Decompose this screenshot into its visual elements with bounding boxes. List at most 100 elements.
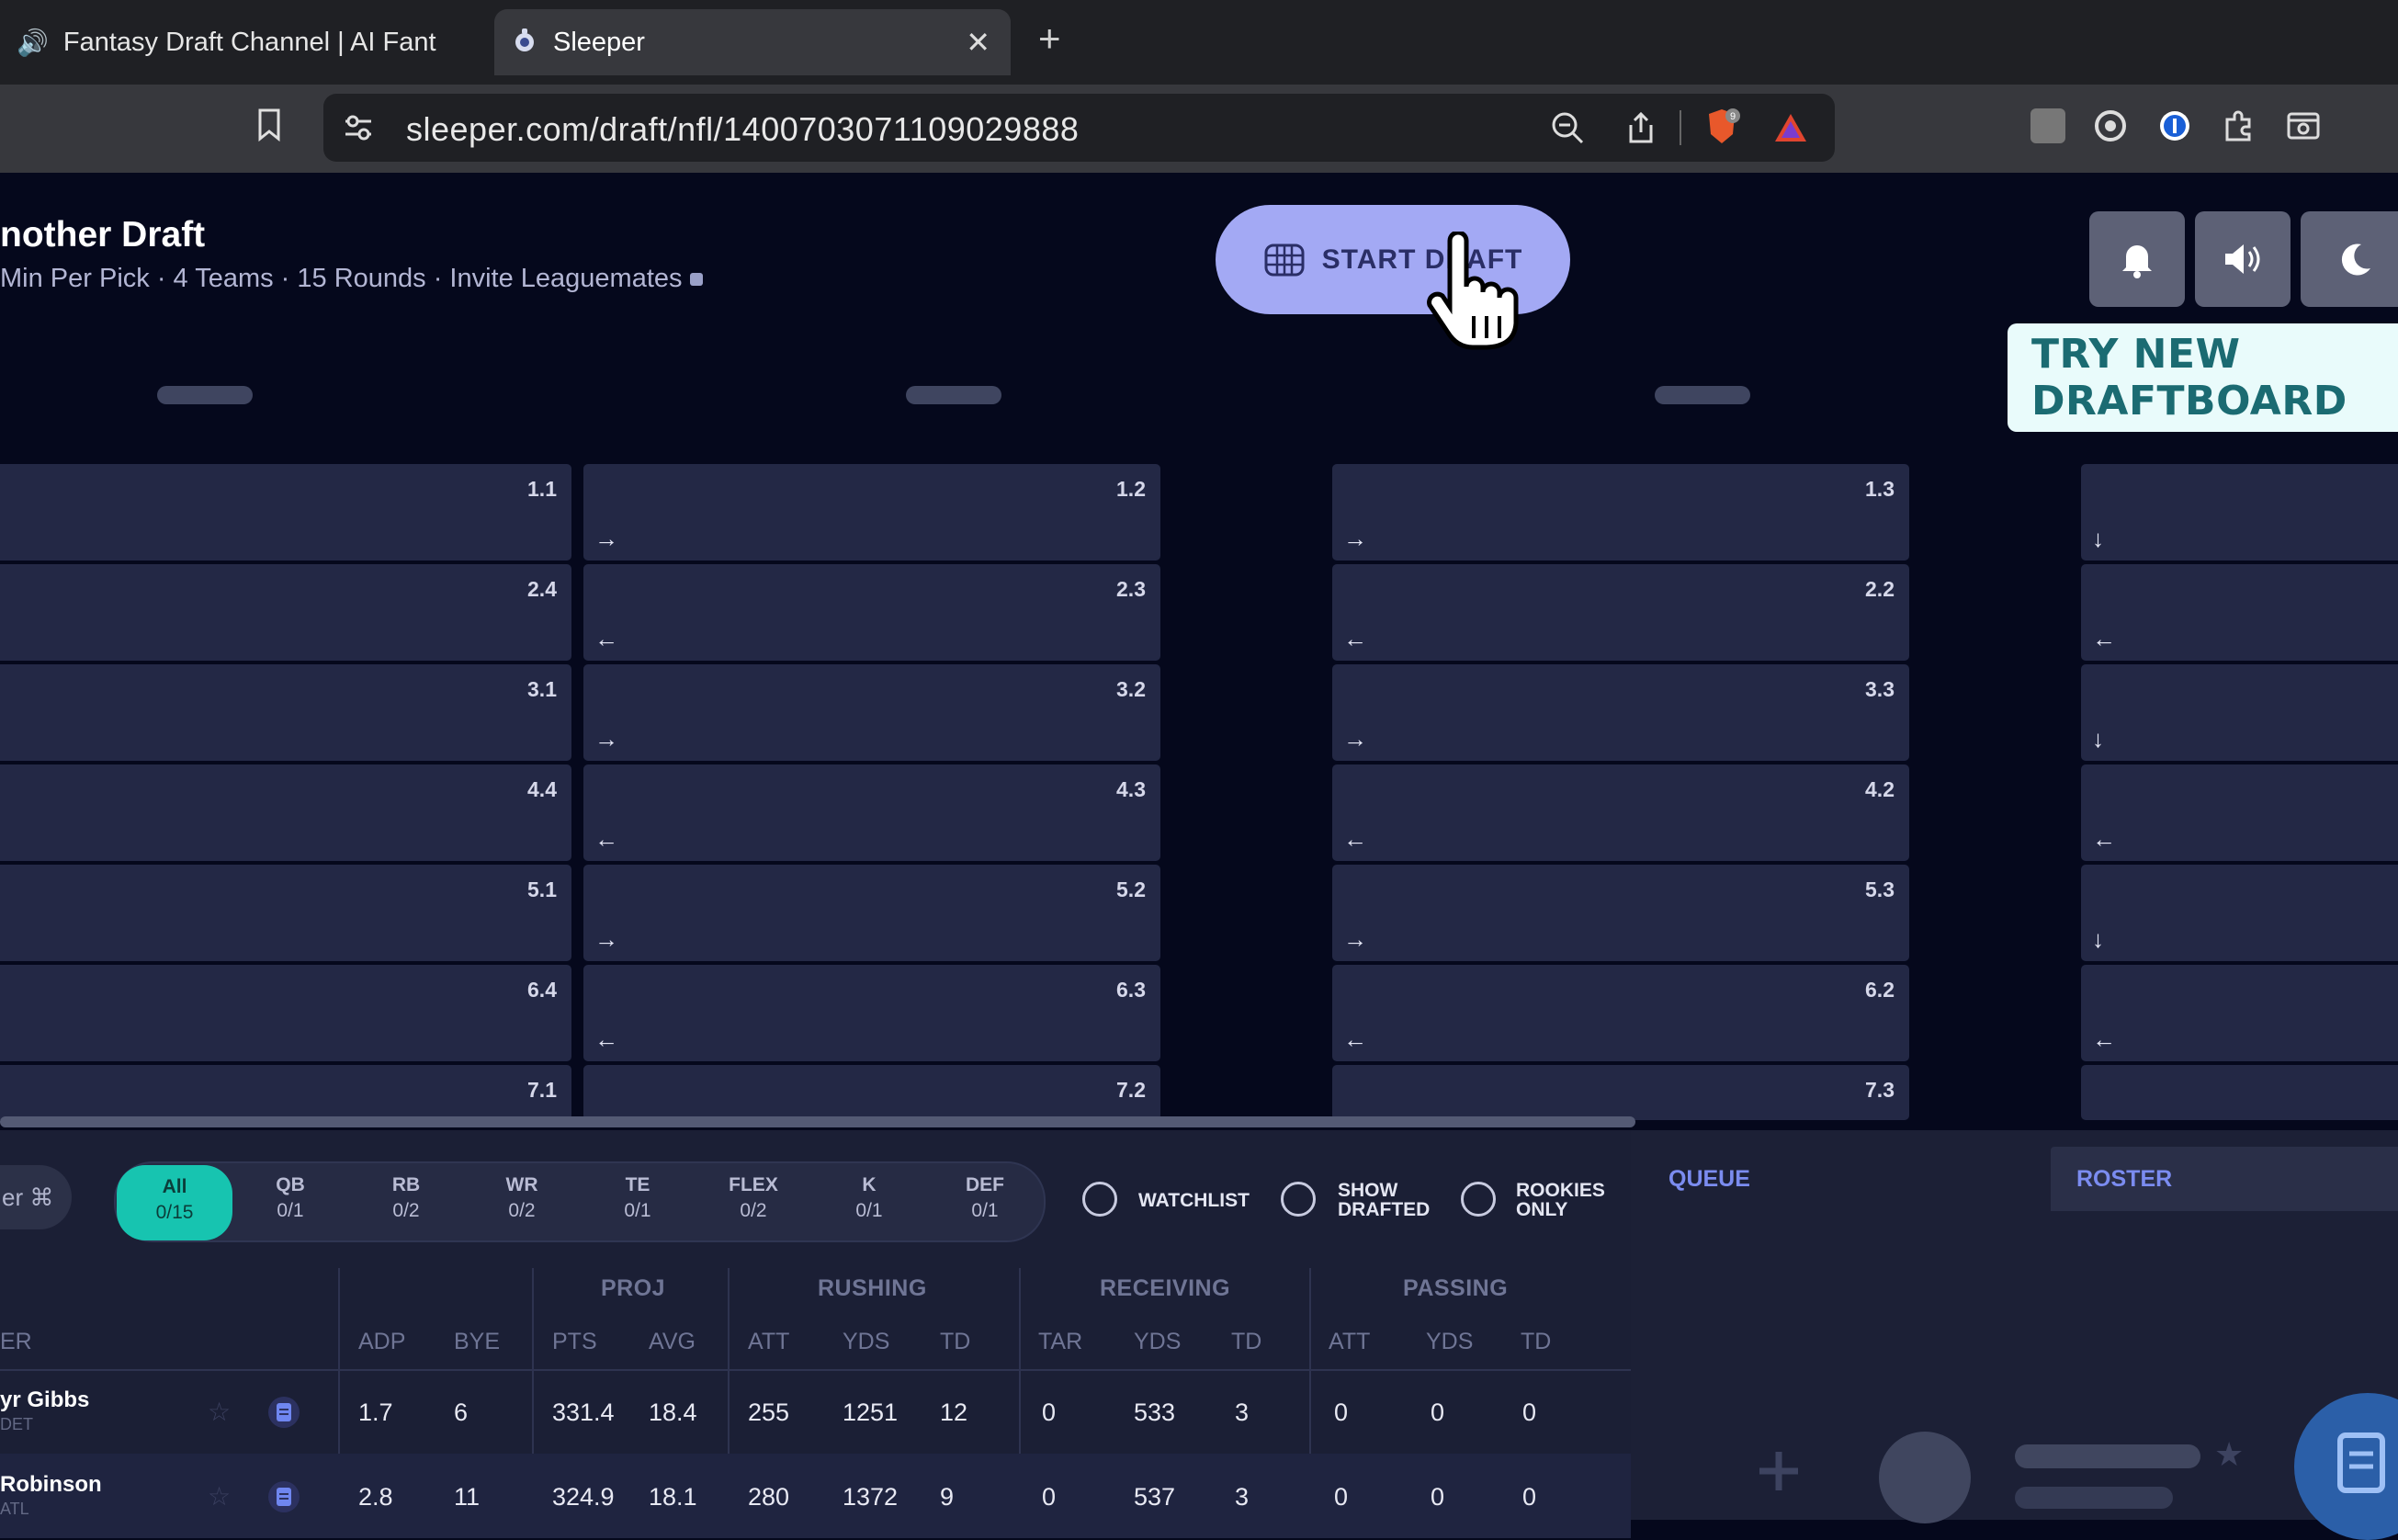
- draft-cell[interactable]: 5.2 →: [583, 865, 1160, 961]
- position-filter-k[interactable]: K 0/1: [811, 1172, 927, 1229]
- column-header[interactable]: YDS: [843, 1329, 889, 1355]
- sound-button[interactable]: [2195, 211, 2291, 307]
- watchlist-star-icon[interactable]: ☆: [208, 1397, 231, 1427]
- column-header[interactable]: BYE: [454, 1329, 500, 1355]
- pick-number: 5.3: [1865, 878, 1895, 901]
- position-filter-rb[interactable]: RB 0/2: [348, 1172, 464, 1229]
- draft-cell[interactable]: 1.3 →: [1332, 464, 1909, 561]
- watchlist-star-icon[interactable]: ☆: [208, 1481, 231, 1512]
- column-header[interactable]: TD: [940, 1329, 970, 1355]
- player-news-icon[interactable]: [268, 1397, 300, 1428]
- board-scrollbar[interactable]: [0, 1116, 1635, 1127]
- column-header[interactable]: PTS: [552, 1329, 597, 1355]
- draft-cell[interactable]: ←: [2081, 965, 2398, 1061]
- watchlist-checkbox[interactable]: [1082, 1182, 1117, 1217]
- team-slot[interactable]: [906, 386, 1001, 404]
- reader-mode-icon[interactable]: [2286, 108, 2321, 143]
- extensions-puzzle-icon[interactable]: [2222, 108, 2257, 143]
- openai-icon[interactable]: [2093, 108, 2128, 143]
- column-header[interactable]: YDS: [1426, 1329, 1473, 1355]
- table-row[interactable]: [0, 1454, 1631, 1538]
- show-drafted-checkbox[interactable]: [1281, 1182, 1316, 1217]
- draft-cell[interactable]: 4.3 ←: [583, 764, 1160, 861]
- draft-cell[interactable]: ↓: [2081, 464, 2398, 561]
- player-name[interactable]: yr Gibbs: [0, 1387, 89, 1413]
- draft-cell[interactable]: ←: [2081, 764, 2398, 861]
- draft-cell[interactable]: 6.3 ←: [583, 965, 1160, 1061]
- column-header[interactable]: TD: [1231, 1329, 1261, 1355]
- column-group-header: PASSING: [1403, 1275, 1509, 1301]
- draft-cell[interactable]: 2.3 ←: [583, 564, 1160, 661]
- player-search-input[interactable]: er ⌘: [0, 1165, 72, 1229]
- watchlist-label: WATCHLIST: [1138, 1190, 1250, 1211]
- draft-cell[interactable]: 4.4: [0, 764, 571, 861]
- share-icon[interactable]: [1623, 110, 1658, 145]
- pick-number: 3.3: [1865, 677, 1895, 701]
- copy-icon[interactable]: [689, 273, 703, 287]
- extension-icon[interactable]: [2030, 108, 2065, 143]
- draft-cell[interactable]: ←: [2081, 564, 2398, 661]
- draft-cell[interactable]: 5.1: [0, 865, 571, 961]
- draft-cell[interactable]: 3.1: [0, 664, 571, 761]
- player-team: DET: [0, 1415, 33, 1433]
- draft-cell[interactable]: 1.1: [0, 464, 571, 561]
- team-slot[interactable]: [1655, 386, 1750, 404]
- brave-shield-icon[interactable]: 9: [1702, 107, 1742, 147]
- browser-tab-fantasy-draft[interactable]: 🔊 Fantasy Draft Channel | AI Fant: [0, 9, 478, 75]
- close-icon[interactable]: ✕: [966, 25, 990, 60]
- site-settings-icon[interactable]: [344, 114, 373, 142]
- new-tab-button[interactable]: +: [1038, 17, 1061, 61]
- draft-cell[interactable]: 1.2 →: [583, 464, 1160, 561]
- column-header[interactable]: ADP: [358, 1329, 405, 1355]
- draft-cell[interactable]: 2.2 ←: [1332, 564, 1909, 661]
- password-manager-icon[interactable]: [2157, 108, 2192, 143]
- position-filter-flex[interactable]: FLEX 0/2: [696, 1172, 811, 1229]
- draft-cell[interactable]: [2081, 1065, 2398, 1120]
- draft-cell[interactable]: 4.2 ←: [1332, 764, 1909, 861]
- stat-value: 1.7: [358, 1398, 393, 1426]
- position-filter-all[interactable]: All 0/15: [117, 1165, 232, 1240]
- add-icon[interactable]: [1750, 1443, 1807, 1500]
- rookies-only-checkbox[interactable]: [1461, 1182, 1496, 1217]
- zoom-out-icon[interactable]: [1550, 110, 1585, 145]
- draft-cell[interactable]: ↓: [2081, 664, 2398, 761]
- dark-mode-button[interactable]: [2301, 211, 2398, 307]
- stat-value: 0: [1431, 1483, 1445, 1511]
- column-header[interactable]: AVG: [649, 1329, 696, 1355]
- column-header[interactable]: ATT: [1329, 1329, 1370, 1355]
- notifications-button[interactable]: [2089, 211, 2185, 307]
- draft-cell[interactable]: 7.2: [583, 1065, 1160, 1120]
- column-header[interactable]: TAR: [1038, 1329, 1082, 1355]
- position-filter-def[interactable]: DEF 0/1: [927, 1172, 1043, 1229]
- column-header[interactable]: YDS: [1134, 1329, 1181, 1355]
- address-bar[interactable]: sleeper.com/draft/nfl/140070307110902988…: [323, 94, 1835, 162]
- player-name[interactable]: Robinson: [0, 1472, 102, 1498]
- draft-cell[interactable]: 3.2 →: [583, 664, 1160, 761]
- bookmark-icon[interactable]: [257, 108, 281, 142]
- browser-tab-sleeper[interactable]: Sleeper ✕: [494, 9, 1011, 75]
- star-icon[interactable]: ★: [2214, 1435, 2244, 1474]
- try-new-draftboard-banner[interactable]: TRY NEW DRAFTBOARD: [2008, 323, 2398, 432]
- position-filter-te[interactable]: TE 0/1: [580, 1172, 696, 1229]
- column-header[interactable]: ER: [0, 1329, 32, 1355]
- tab-queue[interactable]: QUEUE: [1668, 1147, 1750, 1211]
- draft-cell[interactable]: 6.2 ←: [1332, 965, 1909, 1061]
- draft-cell[interactable]: 5.3 →: [1332, 865, 1909, 961]
- draft-cell[interactable]: 7.1: [0, 1065, 571, 1120]
- draft-cell[interactable]: 6.4: [0, 965, 571, 1061]
- draft-cell[interactable]: 7.3: [1332, 1065, 1909, 1120]
- team-slot[interactable]: [157, 386, 253, 404]
- position-filter-wr[interactable]: WR 0/2: [464, 1172, 580, 1229]
- column-header[interactable]: ATT: [748, 1329, 789, 1355]
- draft-cell[interactable]: ↓: [2081, 865, 2398, 961]
- draft-cell[interactable]: 3.3 →: [1332, 664, 1909, 761]
- draft-cell[interactable]: 2.4: [0, 564, 571, 661]
- column-header[interactable]: TD: [1521, 1329, 1551, 1355]
- snake-direction-icon: →: [1343, 925, 1367, 953]
- stat-value: 537: [1134, 1483, 1176, 1511]
- player-news-icon[interactable]: [268, 1481, 300, 1512]
- tab-roster[interactable]: ROSTER: [2051, 1147, 2398, 1211]
- position-filter-qb[interactable]: QB 0/1: [232, 1172, 348, 1229]
- table-row[interactable]: [0, 1369, 1631, 1454]
- brave-rewards-icon[interactable]: [1773, 110, 1808, 145]
